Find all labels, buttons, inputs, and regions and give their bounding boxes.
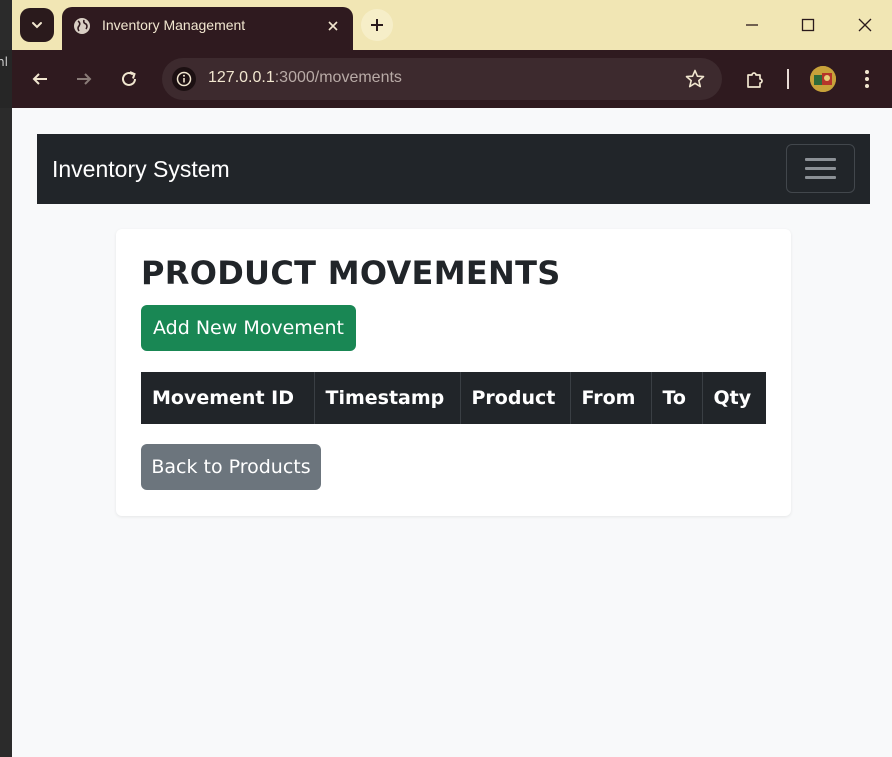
column-header-qty: Qty	[702, 372, 766, 424]
minimize-button[interactable]	[732, 10, 772, 40]
page-viewport: Inventory System PRODUCT MOVEMENTS Add N…	[12, 108, 892, 757]
column-header-movement-id: Movement ID	[141, 372, 315, 424]
browser-toolbar: 127.0.0.1:3000/movements	[12, 50, 892, 108]
close-icon	[858, 18, 872, 32]
page-title: PRODUCT MOVEMENTS	[141, 254, 561, 292]
profile-avatar[interactable]	[810, 66, 836, 92]
reload-button[interactable]	[113, 63, 145, 95]
maximize-icon	[801, 18, 815, 32]
back-to-products-button[interactable]: Back to Products	[141, 444, 321, 490]
url-path: :3000/movements	[274, 69, 402, 86]
tab-search-button[interactable]	[20, 8, 54, 42]
background-window-text: nl	[0, 55, 8, 69]
column-header-product: Product	[460, 372, 571, 424]
site-info-icon[interactable]	[172, 67, 196, 91]
app-navbar: Inventory System	[37, 134, 870, 204]
back-button[interactable]	[24, 63, 56, 95]
tab-close-icon[interactable]	[323, 16, 343, 36]
navbar-toggler-button[interactable]	[786, 144, 855, 193]
reload-icon	[122, 71, 136, 86]
plus-icon	[371, 19, 383, 31]
column-header-timestamp: Timestamp	[314, 372, 461, 424]
globe-icon	[74, 18, 90, 34]
arrow-left-icon	[32, 73, 47, 85]
chevron-down-icon	[32, 22, 42, 29]
tab-inventory-management[interactable]: Inventory Management	[62, 7, 353, 50]
browser-menu-button[interactable]	[851, 63, 883, 95]
new-tab-button[interactable]	[361, 9, 393, 41]
forward-button[interactable]	[68, 63, 100, 95]
address-bar[interactable]: 127.0.0.1:3000/movements	[162, 58, 722, 100]
puzzle-icon	[747, 72, 763, 88]
hamburger-icon	[805, 158, 836, 161]
table-header-row: Movement ID Timestamp Product From To Qt…	[141, 372, 766, 424]
background-window: nl	[0, 0, 12, 757]
url-text: 127.0.0.1:3000/movements	[208, 69, 402, 87]
bookmark-star-icon[interactable]	[684, 68, 706, 90]
arrow-right-icon	[77, 73, 92, 85]
add-movement-button[interactable]: Add New Movement	[141, 305, 356, 351]
maximize-button[interactable]	[788, 10, 828, 40]
column-header-from: From	[570, 372, 652, 424]
column-header-to: To	[651, 372, 703, 424]
hamburger-icon	[805, 176, 836, 179]
movements-table: Movement ID Timestamp Product From To Qt…	[141, 372, 766, 424]
minimize-icon	[746, 24, 758, 26]
navbar-brand[interactable]: Inventory System	[52, 156, 230, 183]
extensions-button[interactable]	[739, 63, 771, 95]
browser-window: Inventory Management 127.0.0.1:3000/move…	[12, 0, 892, 757]
tab-title: Inventory Management	[102, 17, 246, 33]
url-host: 127.0.0.1	[208, 69, 275, 86]
toolbar-divider	[787, 69, 789, 89]
kebab-menu-icon	[865, 70, 869, 88]
close-window-button[interactable]	[845, 10, 885, 40]
movements-card: PRODUCT MOVEMENTS Add New Movement Movem…	[116, 229, 791, 516]
tab-strip: Inventory Management	[12, 0, 892, 50]
hamburger-icon	[805, 167, 836, 170]
